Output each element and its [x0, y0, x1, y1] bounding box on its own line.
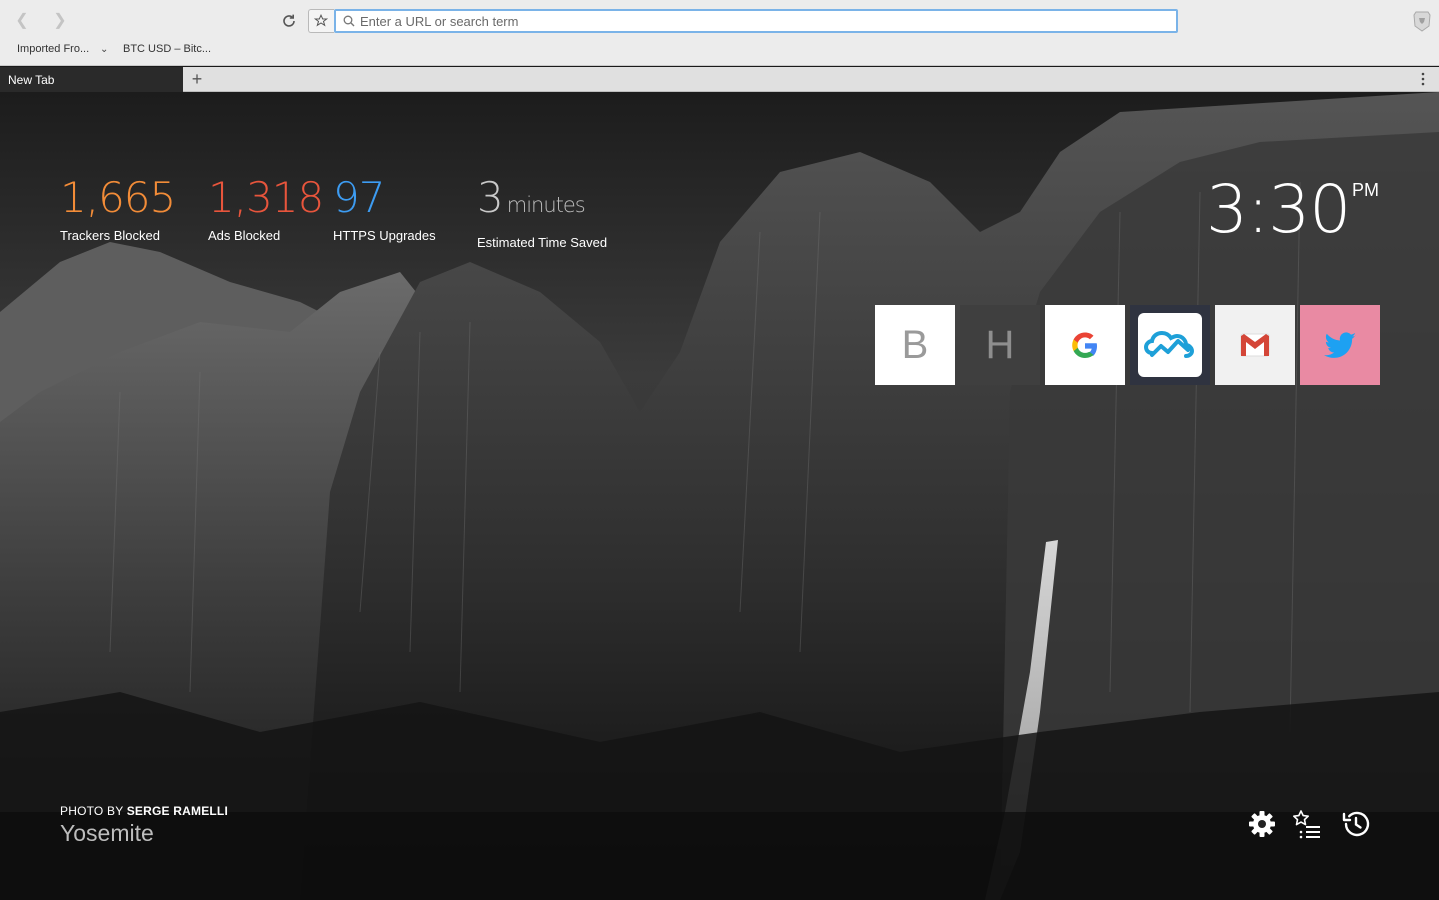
twitter-icon	[1324, 332, 1356, 358]
new-tab-page: 1,665 Trackers Blocked 1,318 Ads Blocked…	[0, 92, 1439, 900]
stat-trackers-blocked: 1,665 Trackers Blocked	[60, 173, 176, 244]
tab-title: New Tab	[8, 73, 55, 87]
bookmark-btc-usd[interactable]: BTC USD – Bitc...	[123, 43, 211, 55]
history-icon	[1342, 811, 1370, 837]
clock-ampm: PM	[1352, 180, 1379, 200]
top-site-tile-cloud[interactable]	[1130, 305, 1210, 385]
top-site-tile-gmail[interactable]	[1215, 305, 1295, 385]
brave-lion-icon	[1413, 11, 1431, 32]
settings-icon	[1249, 811, 1275, 837]
clock-time: 3:30	[1206, 171, 1351, 248]
star-icon	[314, 14, 328, 27]
stat-label: HTTPS Upgrades	[333, 228, 436, 243]
reload-icon	[283, 14, 295, 27]
letter-b-icon: B	[901, 323, 929, 367]
stat-unit: minutes	[506, 193, 586, 217]
reload-button[interactable]	[279, 11, 299, 31]
photo-prefix: PHOTO BY	[60, 804, 127, 818]
stat-time-saved: 3 minutes Estimated Time Saved	[477, 176, 608, 251]
stat-value: 3 minutes	[477, 176, 607, 227]
top-site-tile-google[interactable]	[1045, 305, 1125, 385]
brave-shields-button[interactable]	[1412, 10, 1432, 32]
top-sites: B H	[875, 305, 1385, 385]
stat-label: Ads Blocked	[208, 228, 281, 243]
chevron-down-icon[interactable]: ⌄	[100, 44, 108, 55]
stat-https-upgrades: 97 HTTPS Upgrades	[333, 173, 436, 244]
stat-label: Estimated Time Saved	[477, 235, 608, 250]
stat-number: 3	[477, 173, 504, 222]
history-button[interactable]	[1340, 808, 1372, 840]
google-icon	[1072, 332, 1097, 358]
top-site-tile-b[interactable]: B	[875, 305, 955, 385]
stat-ads-blocked: 1,318 Ads Blocked	[208, 173, 324, 244]
url-bar[interactable]	[334, 9, 1178, 33]
tab-new-tab[interactable]: New Tab	[0, 67, 183, 92]
back-button[interactable]: ❮	[12, 11, 32, 31]
top-site-tile-twitter[interactable]	[1300, 305, 1380, 385]
new-tab-button[interactable]: +	[188, 69, 206, 89]
forward-button[interactable]: ❯	[50, 11, 70, 31]
stat-value: 1,665	[60, 173, 176, 222]
stat-value: 1,318	[208, 173, 324, 222]
stat-label: Trackers Blocked	[60, 228, 160, 243]
more-vertical-icon	[1421, 72, 1425, 86]
stat-value: 97	[333, 173, 385, 222]
url-input[interactable]	[360, 12, 1160, 30]
clock: 3:30 PM	[1206, 171, 1379, 248]
top-site-tile-h[interactable]: H	[960, 305, 1040, 385]
bookmark-star-button[interactable]	[308, 9, 334, 33]
bookmarks-icon	[1293, 810, 1320, 839]
bookmark-folder-imported[interactable]: Imported Fro...	[17, 43, 89, 55]
bookmarks-bar: Imported Fro... ⌄ BTC USD – Bitc...	[0, 40, 1439, 62]
gmail-icon	[1240, 333, 1270, 357]
cloud-chart-icon	[1138, 313, 1202, 377]
settings-button[interactable]	[1246, 808, 1278, 840]
photo-author-name[interactable]: SERGE RAMELLI	[127, 804, 228, 818]
photo-author: PHOTO BY SERGE RAMELLI	[60, 804, 228, 818]
tab-menu-button[interactable]	[1417, 71, 1429, 87]
search-icon	[343, 15, 355, 27]
ntp-actions	[1246, 808, 1376, 842]
tab-strip: New Tab +	[0, 67, 1439, 92]
photo-credit: PHOTO BY SERGE RAMELLI Yosemite	[60, 804, 228, 847]
letter-h-icon: H	[985, 323, 1015, 367]
browser-toolbar: ❮ ❯ Imported Fro... ⌄ BTC USD – Bitc...	[0, 0, 1439, 66]
bookmarks-button[interactable]	[1292, 808, 1324, 840]
photo-location: Yosemite	[60, 820, 154, 846]
